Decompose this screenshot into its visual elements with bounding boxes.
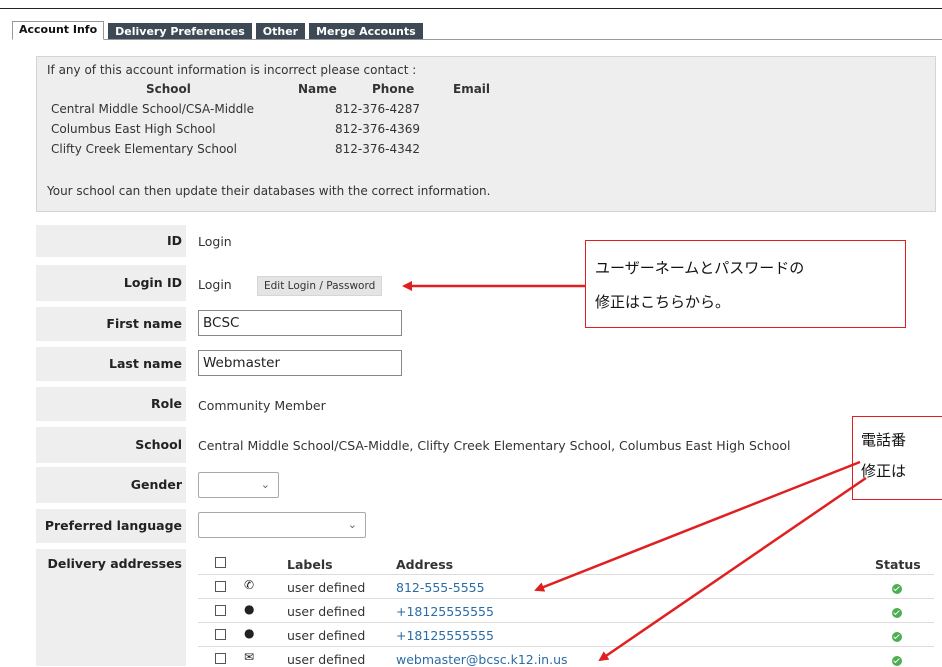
tab-account-info[interactable]: Account Info — [12, 21, 105, 40]
arrow-to-phone-address — [534, 460, 861, 592]
annotation-arrows — [402, 281, 867, 662]
arrow-to-email-address — [598, 476, 867, 662]
